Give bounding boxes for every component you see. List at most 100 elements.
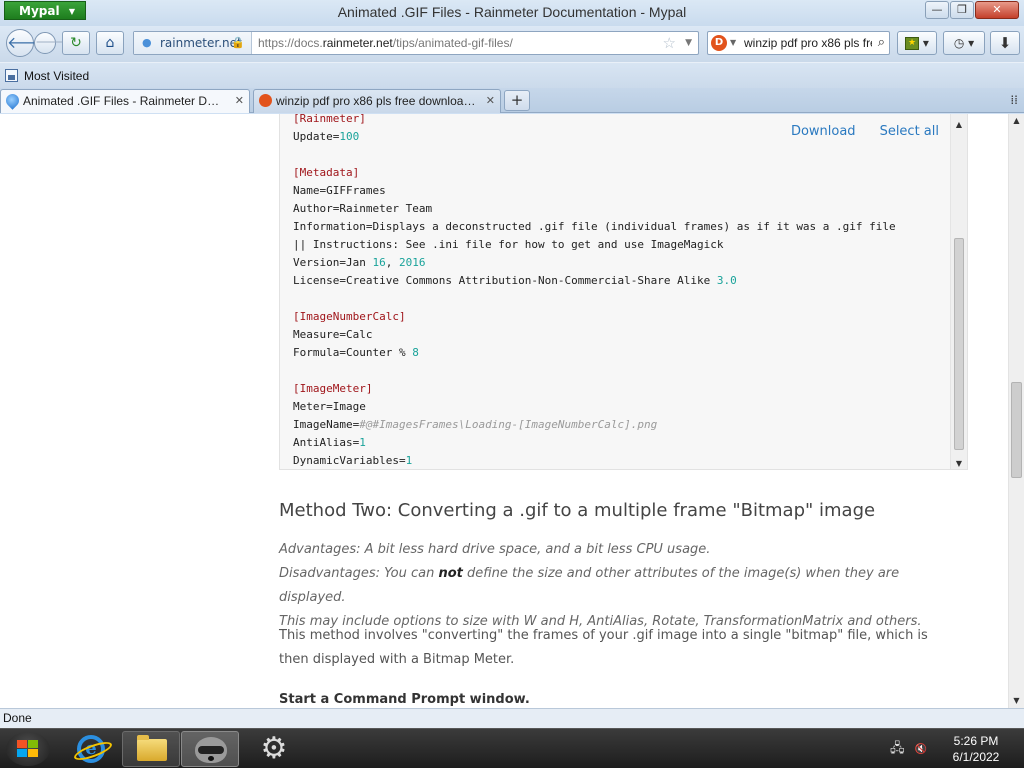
- lock-icon: 🔒: [231, 36, 245, 49]
- code-scrollbar[interactable]: ▲ ▼: [950, 114, 967, 469]
- section-heading: Method Two: Converting a .gif to a multi…: [279, 500, 876, 521]
- code-line: [Metadata]: [293, 164, 896, 182]
- code-key: DynamicVariables=: [293, 454, 406, 467]
- history-button[interactable]: ◷ ▾: [943, 31, 985, 55]
- advantages-text: Advantages: A bit less hard drive space,…: [279, 542, 711, 557]
- code-line: Author=Rainmeter Team: [293, 200, 896, 218]
- most-visited-icon: [5, 69, 18, 82]
- page-scrollbar[interactable]: ▲ ▼: [1008, 114, 1024, 708]
- advantages-block: Advantages: A bit less hard drive space,…: [279, 538, 959, 634]
- close-tab-icon[interactable]: ✕: [235, 90, 244, 112]
- url-prefix: https://docs.: [258, 36, 323, 50]
- code-actions: Download Select all: [767, 124, 939, 139]
- code-line: DynamicVariables=1: [293, 452, 896, 469]
- minimize-button[interactable]: —: [925, 1, 949, 19]
- duckduckgo-favicon-icon: [259, 94, 272, 107]
- code-block: [Rainmeter] Update=100 [Metadata] Name=GIF…: [279, 114, 968, 470]
- close-tab-icon[interactable]: ✕: [486, 90, 495, 112]
- rainmeter-favicon-icon: [3, 91, 22, 110]
- search-engine-icon[interactable]: D: [711, 35, 727, 51]
- reload-button[interactable]: ↻: [62, 31, 90, 55]
- url-path: /tips/animated-gif-files/: [392, 36, 513, 50]
- maximize-button[interactable]: ❐: [950, 1, 974, 19]
- clock-time: 5:26 PM: [953, 734, 999, 748]
- back-button[interactable]: 🡐: [6, 29, 50, 57]
- chevron-down-icon: ▾: [922, 36, 929, 50]
- code-number: 100: [339, 130, 360, 143]
- new-tab-button[interactable]: +: [504, 90, 530, 111]
- url-bar[interactable]: ● rainmeter.net 🔒 https://docs.rainmeter…: [133, 31, 699, 55]
- tab-search-results[interactable]: winzip pdf pro x86 pls free download... …: [253, 89, 501, 113]
- downloads-button[interactable]: ⬇: [990, 31, 1020, 55]
- code-text: Meter=Image: [293, 400, 366, 413]
- code-key: ImageName=: [293, 418, 360, 431]
- code-key: License=Creative Commons Attribution-Non…: [293, 274, 717, 287]
- search-icon[interactable]: ⌕: [878, 32, 885, 54]
- url-history-dropdown-icon[interactable]: ▼: [685, 32, 692, 54]
- code-section-header: [ImageMeter]: [293, 382, 373, 395]
- status-bar: Done: [0, 708, 1024, 728]
- volume-muted-icon[interactable]: 🔇: [915, 744, 927, 755]
- code-line: Information=Displays a deconstructed .gi…: [293, 218, 896, 236]
- select-all-link[interactable]: Select all: [880, 124, 939, 139]
- gear-icon: ⚙: [260, 731, 288, 766]
- tab-strip: Animated .GIF Files - Rainmeter Docu... …: [0, 88, 1024, 113]
- page-scrollbar-thumb[interactable]: [1011, 382, 1022, 478]
- raccoon-icon: [195, 737, 227, 763]
- code-section-header: [Rainmeter]: [293, 114, 366, 125]
- download-link[interactable]: Download: [791, 124, 856, 139]
- code-number: 8: [412, 346, 419, 359]
- taskbar-mypal[interactable]: [181, 731, 239, 767]
- scroll-down-icon[interactable]: ▼: [951, 459, 967, 468]
- folder-icon: [137, 735, 167, 761]
- internet-explorer-icon: e: [77, 735, 105, 763]
- step-heading: Start a Command Prompt window.: [279, 692, 530, 707]
- tab-list-icon[interactable]: ⁞⁞: [1010, 93, 1018, 107]
- bookmarks-icon: ★: [905, 37, 920, 50]
- url-host: rainmeter.net: [322, 36, 393, 50]
- bookmark-star-icon[interactable]: ☆: [663, 32, 676, 54]
- forward-button[interactable]: 🡒: [34, 32, 70, 54]
- scroll-up-icon[interactable]: ▲: [951, 120, 967, 129]
- start-button[interactable]: [6, 732, 50, 766]
- code-text: Information=Displays a deconstructed .gi…: [293, 220, 896, 233]
- code-line: || Instructions: See .ini file for how t…: [293, 236, 896, 254]
- code-line: Measure=Calc: [293, 326, 896, 344]
- code-key: AntiAlias=: [293, 436, 360, 449]
- code-line: Name=GIFFrames: [293, 182, 896, 200]
- close-button[interactable]: ✕: [975, 1, 1019, 19]
- most-visited-link[interactable]: Most Visited: [24, 69, 89, 83]
- scroll-up-icon[interactable]: ▲: [1009, 114, 1024, 128]
- code-key: Version=Jan: [293, 256, 373, 269]
- search-bar[interactable]: D ▼ winzip pdf pro x86 pls free download…: [707, 31, 890, 55]
- disadvantages-emphasis: not: [438, 566, 463, 581]
- plus-icon: +: [510, 91, 524, 109]
- window-title: Animated .GIF Files - Rainmeter Document…: [337, 4, 687, 20]
- code-number: 16: [372, 256, 386, 269]
- navigation-toolbar: 🡐 🡒 ↻ ⌂ ● rainmeter.net 🔒 https://docs.r…: [0, 26, 1024, 62]
- status-text: Done: [3, 711, 32, 725]
- home-button[interactable]: ⌂: [96, 31, 124, 55]
- download-icon: ⬇: [998, 34, 1012, 52]
- code-variable: #@#ImagesFrames\Loading-[ImageNumberCalc…: [359, 418, 658, 431]
- title-bar: Mypal ▼ Animated .GIF Files - Rainmeter …: [0, 0, 1024, 26]
- taskbar-internet-explorer[interactable]: e: [62, 731, 120, 767]
- search-input[interactable]: winzip pdf pro x86 pls free download: [744, 32, 872, 54]
- url-text[interactable]: https://docs.rainmeter.net/tips/animated…: [258, 32, 513, 54]
- method-description: This method involves "converting" the fr…: [279, 628, 928, 667]
- disadvantages-text: Disadvantages: You can not define the si…: [279, 562, 959, 610]
- code-lines: [Rainmeter] Update=100 [Metadata] Name=GIF…: [293, 114, 896, 469]
- taskbar-file-explorer[interactable]: [122, 731, 180, 767]
- tab-rainmeter-docs[interactable]: Animated .GIF Files - Rainmeter Docu... …: [0, 89, 250, 113]
- site-identity-button[interactable]: ● rainmeter.net 🔒: [134, 32, 252, 54]
- code-text: Name=GIFFrames: [293, 184, 386, 197]
- taskbar-settings[interactable]: ⚙: [246, 731, 304, 767]
- bookmarks-menu-button[interactable]: ★ ▾: [897, 31, 937, 55]
- clock-icon: ◷: [953, 36, 965, 50]
- code-scrollbar-thumb[interactable]: [954, 238, 964, 450]
- scroll-down-icon[interactable]: ▼: [1009, 694, 1024, 708]
- network-icon[interactable]: 🖧: [890, 741, 905, 756]
- taskbar-clock[interactable]: 5:26 PM 6/1/2022: [946, 733, 1006, 765]
